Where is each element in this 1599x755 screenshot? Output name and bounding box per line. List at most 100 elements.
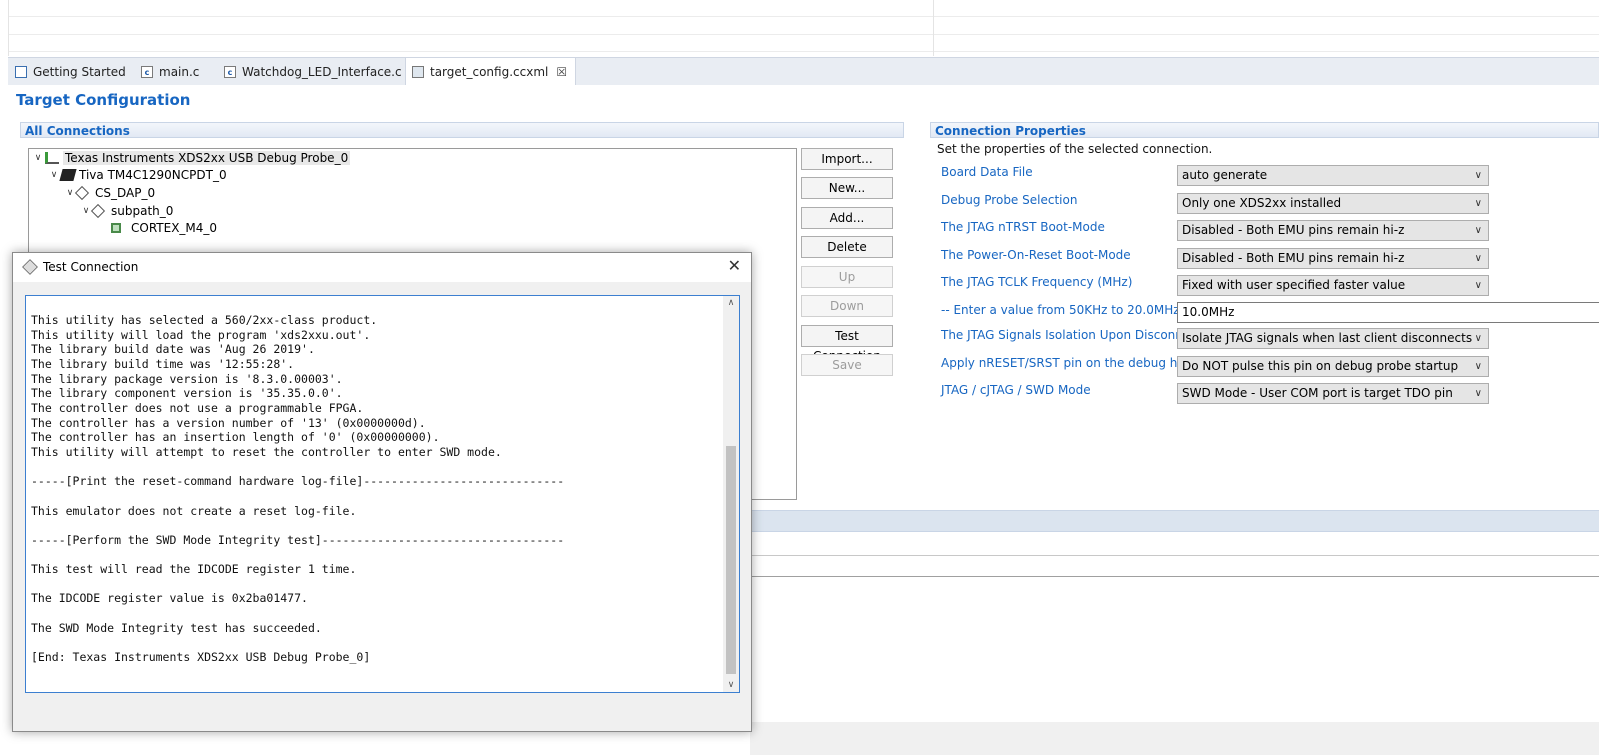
tree-item-device[interactable]: ∨ Tiva TM4C1290NCPDT_0 [47,166,227,183]
editor-tab-bar: Getting Started c main.c c Watchdog_LED_… [8,57,1599,86]
prop-label-tclk-value-range: -- Enter a value from 50KHz to 20.0MHz [941,303,1180,317]
panel-tab-strip [750,510,1599,532]
tree-item-label: CS_DAP_0 [95,185,156,200]
all-connections-header: All Connections [20,122,904,138]
new-button[interactable]: New... [801,177,893,199]
jtag-ntrst-boot-mode-select[interactable]: Disabled - Both EMU pins remain hi-z ∨ [1177,220,1489,241]
jtag-signals-isolation-select[interactable]: Isolate JTAG signals when last client di… [1177,328,1489,349]
cpu-core-icon [111,222,121,233]
import-button[interactable]: Import... [801,148,893,170]
close-tab-icon[interactable]: ☒ [556,65,567,79]
log-scrollbar[interactable]: ∧ ∨ [723,296,739,692]
board-data-file-select[interactable]: auto generate ∨ [1177,165,1489,186]
chevron-down-icon[interactable]: ∨ [31,153,45,163]
log-line: The library component version is '35.35.… [31,386,343,401]
chevron-down-icon[interactable]: ∨ [47,170,61,180]
chevron-down-icon: ∨ [1474,198,1482,209]
debug-probe-selection-select[interactable]: Only one XDS2xx installed ∨ [1177,193,1489,214]
tab-label: main.c [159,64,200,79]
select-value: Disabled - Both EMU pins remain hi-z [1182,223,1405,237]
tree-item-label: Tiva TM4C1290NCPDT_0 [79,167,227,182]
log-line: This utility will load the program 'xds2… [31,327,371,342]
connection-properties-description: Set the properties of the selected conne… [937,142,1213,156]
chip-icon [59,168,77,181]
select-value: Do NOT pulse this pin on debug probe sta… [1182,359,1459,373]
chevron-down-icon: ∨ [1474,388,1482,399]
chevron-down-icon: ∨ [1474,225,1482,236]
top-panel-divider [933,0,934,56]
prop-label-jtag-cjtag-swd-mode: JTAG / cJTAG / SWD Mode [941,383,1091,397]
log-line: [End: Texas Instruments XDS2xx USB Debug… [31,650,371,665]
chevron-down-icon: ∨ [1474,253,1482,264]
tab-main-c[interactable]: c main.c [141,58,199,85]
tab-label: Watchdog_LED_Interface.c [242,64,402,79]
close-icon[interactable]: ✕ [728,256,741,275]
scroll-down-icon[interactable]: ∨ [723,680,739,690]
log-line: The library build date was 'Aug 26 2019'… [31,342,315,357]
prop-label-nreset-srst-pin: Apply nRESET/SRST pin on the debug heade… [941,356,1213,370]
tclk-frequency-input[interactable]: 10.0MHz [1177,302,1599,323]
log-text: This utility has selected a 560/2xx-clas… [31,313,721,665]
tree-item-cs-dap[interactable]: ∨ CS_DAP_0 [63,184,155,201]
tree-item-debug-probe[interactable]: ∨ Texas Instruments XDS2xx USB Debug Pro… [31,149,351,166]
chevron-down-icon: ∨ [1474,333,1482,344]
top-panel-row-line [9,16,1599,17]
test-connection-log[interactable]: This utility has selected a 560/2xx-clas… [25,295,740,693]
tab-label: Getting Started [33,64,126,79]
prop-label-jtag-signals-isolation: The JTAG Signals Isolation Upon Disconne… [941,328,1202,342]
probe-icon [45,151,59,164]
tab-target-config-ccxml[interactable]: target_config.ccxml ☒ [405,58,577,86]
page-icon [15,65,27,78]
delete-button[interactable]: Delete [801,236,893,258]
prop-label-jtag-tclk-frequency: The JTAG TCLK Frequency (MHz) [941,275,1133,289]
status-strip [750,722,1599,755]
log-line: The SWD Mode Integrity test has succeede… [31,620,322,635]
panel-divider [750,576,1599,577]
prop-label-power-on-reset-boot-mode: The Power-On-Reset Boot-Mode [941,248,1131,262]
up-button[interactable]: Up [801,266,893,288]
down-button[interactable]: Down [801,295,893,317]
chevron-down-icon: ∨ [1474,361,1482,372]
jtag-cjtag-swd-mode-select[interactable]: SWD Mode - User COM port is target TDO p… [1177,383,1489,404]
top-panel-row-line [9,34,1599,35]
log-line: The controller does not use a programmab… [31,400,364,415]
log-line: The library package version is '8.3.0.00… [31,371,343,386]
tab-getting-started[interactable]: Getting Started [15,58,126,85]
tree-item-label: CORTEX_M4_0 [131,220,218,235]
log-line: This utility has selected a 560/2xx-clas… [31,313,378,327]
connection-properties-header: Connection Properties [930,122,1599,138]
prop-label-jtag-ntrst-boot-mode: The JTAG nTRST Boot-Mode [941,220,1105,234]
scrollbar-thumb[interactable] [726,446,736,674]
tab-watchdog-led-interface-c[interactable]: c Watchdog_LED_Interface.c [224,58,402,85]
tree-item-label: Texas Instruments XDS2xx USB Debug Probe… [63,150,351,165]
nreset-srst-pin-select[interactable]: Do NOT pulse this pin on debug probe sta… [1177,356,1489,377]
dialog-title-bar[interactable]: Test Connection ✕ [13,253,751,282]
select-value: auto generate [1182,168,1268,182]
select-value: Isolate JTAG signals when last client di… [1182,331,1473,345]
log-line: -----[Perform the SWD Mode Integrity tes… [31,532,565,547]
power-on-reset-boot-mode-select[interactable]: Disabled - Both EMU pins remain hi-z ∨ [1177,248,1489,269]
add-button[interactable]: Add... [801,207,893,229]
test-connection-dialog: Test Connection ✕ This utility has selec… [12,252,752,732]
tree-item-label: subpath_0 [111,203,174,218]
tree-item-cortex-m4[interactable]: CORTEX_M4_0 [111,219,217,236]
jtag-tclk-frequency-select[interactable]: Fixed with user specified faster value ∨ [1177,275,1489,296]
page-title: Target Configuration [16,91,191,109]
test-connection-button[interactable]: Test Connection [801,325,893,363]
tree-item-subpath[interactable]: ∨ subpath_0 [79,202,173,219]
dialog-app-icon [22,259,38,275]
config-file-icon [412,66,424,78]
panel-divider [750,555,1599,556]
save-button[interactable]: Save [801,354,893,376]
scroll-up-icon[interactable]: ∧ [723,298,739,308]
log-line: This utility will attempt to reset the c… [31,444,502,459]
dap-icon [74,185,90,200]
c-file-icon: c [224,65,236,78]
